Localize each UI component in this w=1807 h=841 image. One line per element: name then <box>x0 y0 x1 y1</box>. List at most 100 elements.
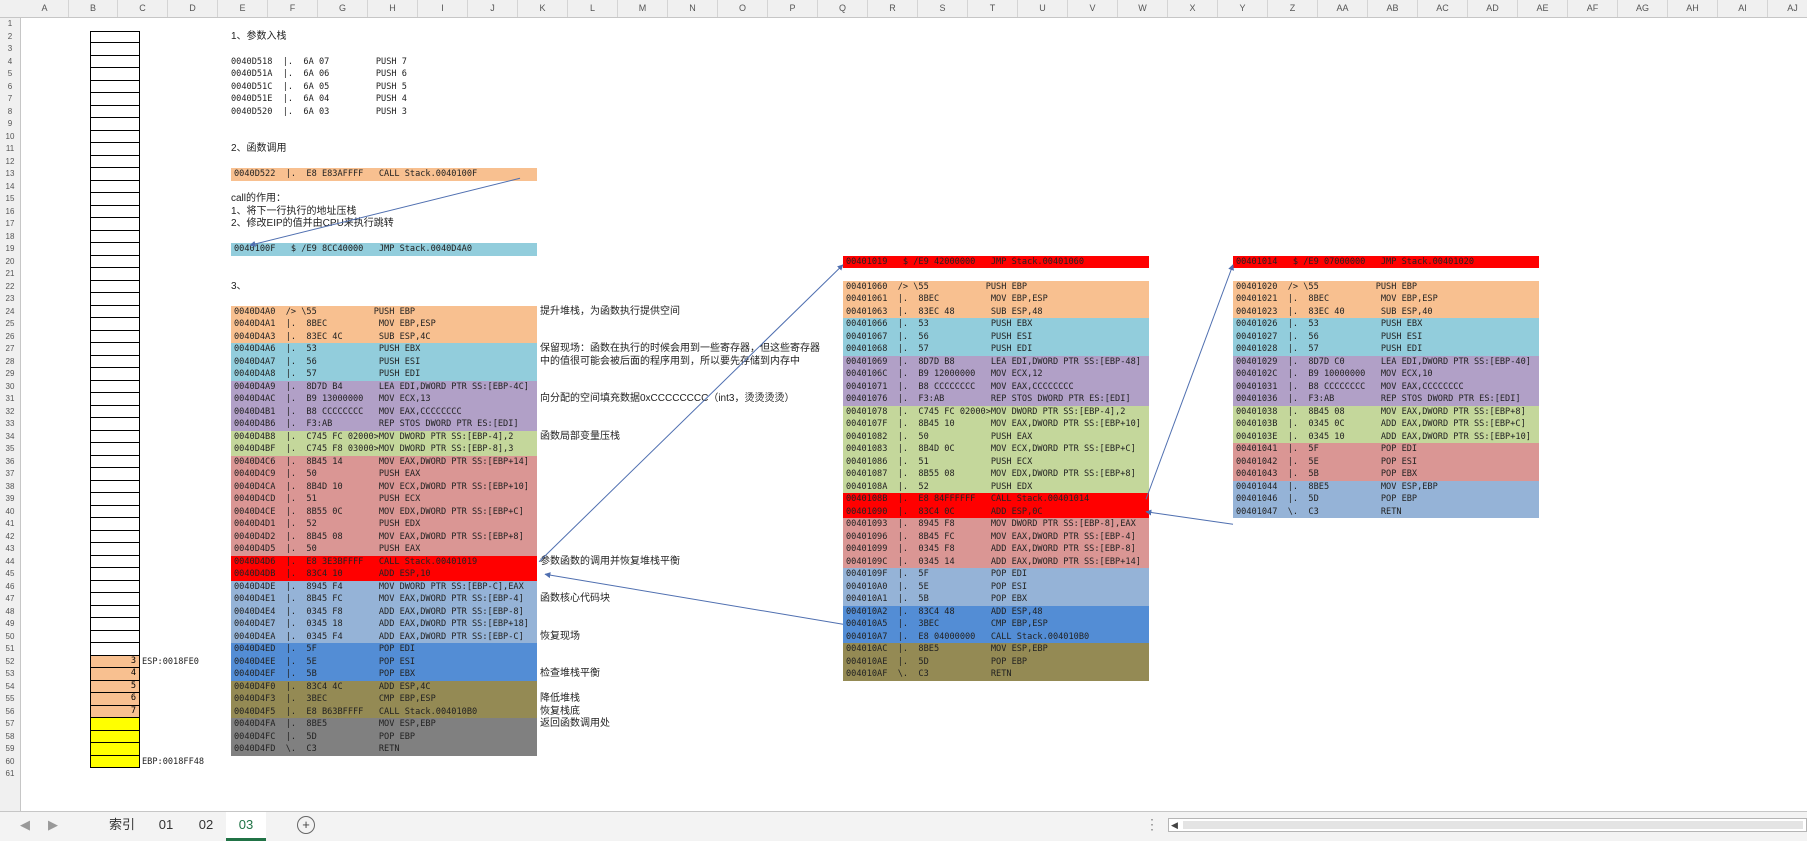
row-header[interactable]: 61 <box>0 768 20 781</box>
row-header[interactable]: 51 <box>0 643 20 656</box>
column-header[interactable]: E <box>218 0 268 17</box>
row-header[interactable]: 53 <box>0 668 20 681</box>
row-header[interactable]: 26 <box>0 331 20 344</box>
row-header[interactable]: 4 <box>0 56 20 69</box>
column-header[interactable]: AF <box>1568 0 1618 17</box>
row-header[interactable]: 12 <box>0 156 20 169</box>
row-header[interactable]: 48 <box>0 606 20 619</box>
row-header[interactable]: 46 <box>0 581 20 594</box>
row-header[interactable]: 20 <box>0 256 20 269</box>
column-header[interactable]: M <box>618 0 668 17</box>
row-header[interactable]: 45 <box>0 568 20 581</box>
row-header[interactable]: 43 <box>0 543 20 556</box>
row-header[interactable]: 17 <box>0 218 20 231</box>
tab-index[interactable]: 索引 <box>98 812 146 838</box>
column-header[interactable]: O <box>718 0 768 17</box>
row-header[interactable]: 35 <box>0 443 20 456</box>
tab-01[interactable]: 01 <box>146 812 186 838</box>
row-header[interactable]: 49 <box>0 618 20 631</box>
row-header[interactable]: 28 <box>0 356 20 369</box>
column-header[interactable]: AJ <box>1768 0 1807 17</box>
row-header[interactable]: 10 <box>0 131 20 144</box>
row-header[interactable]: 9 <box>0 118 20 131</box>
column-header[interactable]: AD <box>1468 0 1518 17</box>
row-header[interactable]: 36 <box>0 456 20 469</box>
more-options-icon[interactable]: ⋮ <box>1145 816 1159 833</box>
column-header[interactable]: C <box>118 0 168 17</box>
column-header[interactable]: AI <box>1718 0 1768 17</box>
row-header[interactable]: 27 <box>0 343 20 356</box>
row-header[interactable]: 21 <box>0 268 20 281</box>
row-header[interactable]: 59 <box>0 743 20 756</box>
column-header[interactable]: N <box>668 0 718 17</box>
column-header[interactable]: P <box>768 0 818 17</box>
column-header[interactable]: L <box>568 0 618 17</box>
row-header[interactable]: 22 <box>0 281 20 294</box>
row-header[interactable]: 32 <box>0 406 20 419</box>
column-header[interactable]: H <box>368 0 418 17</box>
column-header[interactable]: W <box>1118 0 1168 17</box>
column-header[interactable]: F <box>268 0 318 17</box>
column-header[interactable]: B <box>69 0 118 17</box>
column-header[interactable]: V <box>1068 0 1118 17</box>
row-header[interactable]: 56 <box>0 706 20 719</box>
row-header[interactable]: 54 <box>0 681 20 694</box>
row-header[interactable]: 37 <box>0 468 20 481</box>
row-header[interactable]: 47 <box>0 593 20 606</box>
column-header[interactable]: U <box>1018 0 1068 17</box>
column-header[interactable]: K <box>518 0 568 17</box>
column-header[interactable]: X <box>1168 0 1218 17</box>
scrollbar-thumb[interactable] <box>1183 821 1803 829</box>
row-header[interactable]: 50 <box>0 631 20 644</box>
row-header[interactable]: 42 <box>0 531 20 544</box>
row-header[interactable]: 5 <box>0 68 20 81</box>
add-sheet-button[interactable]: + <box>297 816 315 834</box>
column-header[interactable]: AA <box>1318 0 1368 17</box>
tab-02[interactable]: 02 <box>186 812 226 838</box>
row-header[interactable]: 19 <box>0 243 20 256</box>
row-header[interactable]: 29 <box>0 368 20 381</box>
row-header[interactable]: 34 <box>0 431 20 444</box>
scroll-left-icon[interactable]: ◀ <box>1171 819 1178 831</box>
column-header[interactable]: R <box>868 0 918 17</box>
column-header[interactable]: AG <box>1618 0 1668 17</box>
row-header[interactable]: 25 <box>0 318 20 331</box>
row-header[interactable]: 55 <box>0 693 20 706</box>
column-header[interactable]: AC <box>1418 0 1468 17</box>
row-header[interactable]: 44 <box>0 556 20 569</box>
row-header[interactable]: 23 <box>0 293 20 306</box>
tab-prev-button[interactable]: ◀ <box>20 812 30 838</box>
column-header[interactable]: D <box>168 0 218 17</box>
row-header[interactable]: 39 <box>0 493 20 506</box>
row-header[interactable]: 16 <box>0 206 20 219</box>
column-header[interactable]: AB <box>1368 0 1418 17</box>
column-header[interactable]: I <box>418 0 468 17</box>
column-header[interactable]: Q <box>818 0 868 17</box>
row-header[interactable]: 15 <box>0 193 20 206</box>
column-header[interactable]: A <box>21 0 69 17</box>
column-header[interactable]: G <box>318 0 368 17</box>
horizontal-scrollbar[interactable]: ◀ <box>1168 818 1807 832</box>
row-header[interactable]: 52 <box>0 656 20 669</box>
row-header[interactable]: 33 <box>0 418 20 431</box>
column-header[interactable]: AH <box>1668 0 1718 17</box>
row-header[interactable]: 18 <box>0 231 20 244</box>
row-header[interactable]: 30 <box>0 381 20 394</box>
row-header[interactable]: 7 <box>0 93 20 106</box>
row-header[interactable]: 24 <box>0 306 20 319</box>
column-header[interactable]: Z <box>1268 0 1318 17</box>
tab-next-button[interactable]: ▶ <box>48 812 58 838</box>
row-header[interactable]: 38 <box>0 481 20 494</box>
row-header[interactable]: 41 <box>0 518 20 531</box>
row-header[interactable]: 3 <box>0 43 20 56</box>
row-header[interactable]: 40 <box>0 506 20 519</box>
row-header[interactable]: 8 <box>0 106 20 119</box>
column-header[interactable]: J <box>468 0 518 17</box>
row-header[interactable]: 11 <box>0 143 20 156</box>
row-header[interactable]: 58 <box>0 731 20 744</box>
column-header[interactable]: T <box>968 0 1018 17</box>
row-header[interactable]: 60 <box>0 756 20 769</box>
tab-03[interactable]: 03 <box>226 812 266 841</box>
column-header[interactable]: Y <box>1218 0 1268 17</box>
row-header[interactable]: 6 <box>0 81 20 94</box>
